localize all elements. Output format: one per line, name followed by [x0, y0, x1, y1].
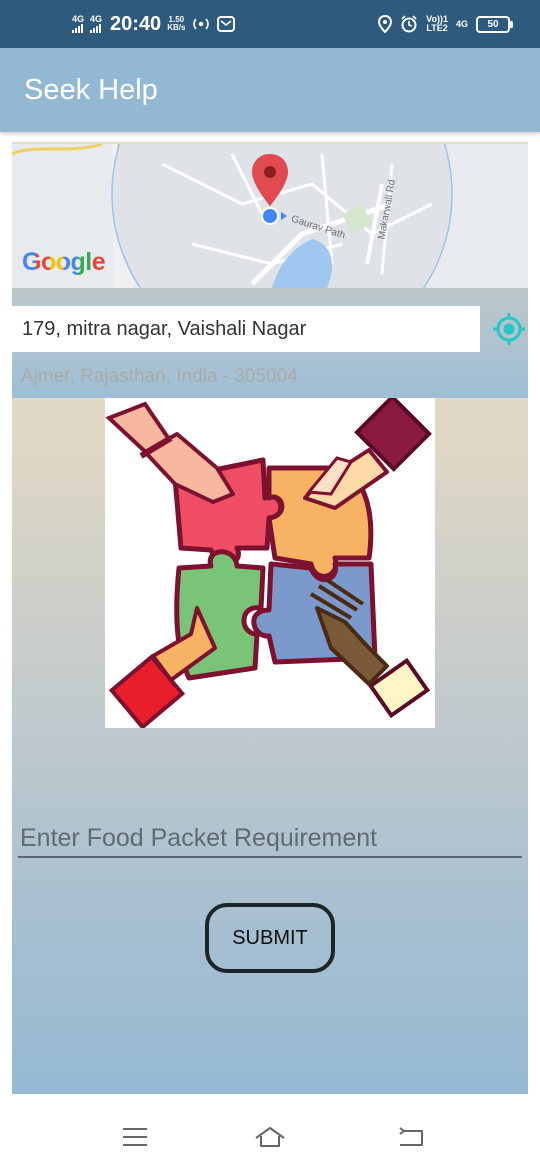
signal-icon: 4G — [72, 15, 84, 33]
network-type-1: 4G — [72, 14, 85, 24]
map-pin-icon — [252, 154, 288, 225]
volte-line2: LTE2 — [426, 23, 448, 33]
network-speed: 1.50 KB/s — [167, 15, 186, 33]
address-line2: Ajmer, Rajasthan, India - 305004 — [21, 366, 298, 387]
network-type-3: 4G — [455, 19, 468, 29]
alarm-icon — [401, 15, 417, 33]
battery-level: 50 — [487, 18, 499, 30]
location-icon — [378, 15, 393, 33]
network-type-2: 4G — [90, 14, 103, 24]
clock: 20:40 — [110, 12, 162, 35]
home-icon[interactable] — [253, 1122, 287, 1152]
address-section: 179, mitra nagar, Vaishali Nagar Ajmer, … — [12, 288, 528, 398]
speed-unit: KB/s — [167, 23, 186, 32]
illustration-image — [105, 394, 435, 730]
main-content: Gaurav Path Makarwali Rd Google 179, mit… — [12, 142, 528, 1094]
address-field[interactable]: 179, mitra nagar, Vaishali Nagar — [12, 306, 480, 352]
message-icon — [217, 16, 236, 32]
map-view[interactable]: Gaurav Path Makarwali Rd Google — [12, 144, 528, 288]
google-logo: Google — [22, 248, 106, 277]
battery-icon: 50 — [476, 15, 513, 33]
status-bar-left: 4G 4G 20:40 1.50 KB/s — [72, 10, 236, 38]
app-bar: Seek Help — [0, 48, 540, 132]
volte-indicator: Vo))1 LTE2 — [426, 15, 448, 33]
page-title: Seek Help — [24, 74, 158, 106]
status-bar: 4G 4G 20:40 1.50 KB/s Vo))1 LTE2 4G 50 — [0, 0, 540, 48]
address-line1: 179, mitra nagar, Vaishali Nagar — [22, 318, 307, 340]
my-location-icon[interactable] — [492, 312, 526, 346]
submit-button[interactable]: SUBMIT — [205, 903, 335, 973]
puzzle-hands-image — [105, 394, 432, 730]
google-logo-text: Google — [22, 248, 106, 276]
navigation-bar — [0, 1106, 540, 1170]
food-requirement-input[interactable] — [18, 820, 522, 858]
back-icon[interactable] — [394, 1122, 428, 1152]
signal-icon: 4G — [90, 15, 102, 33]
status-bar-right: Vo))1 LTE2 4G 50 — [378, 10, 513, 38]
hotspot-icon — [193, 18, 210, 30]
menu-icon[interactable] — [118, 1122, 152, 1152]
